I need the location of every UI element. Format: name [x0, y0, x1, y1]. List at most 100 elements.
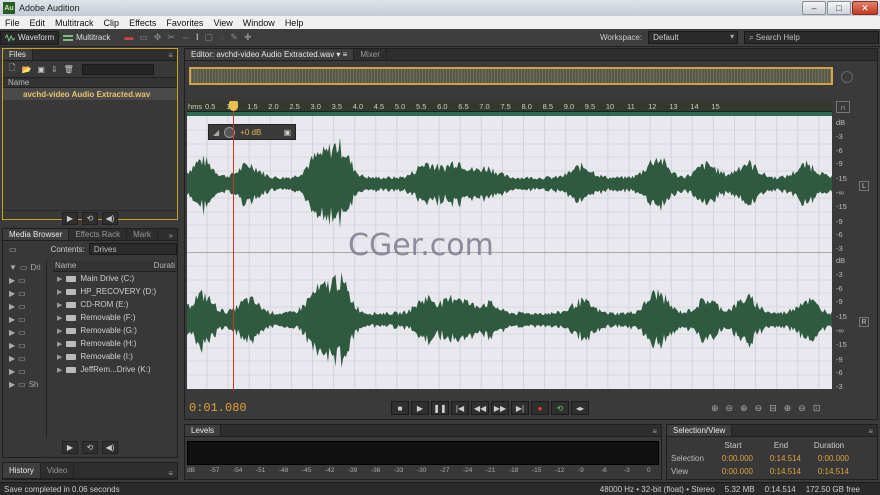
zoom-out-full-icon[interactable]: ⊟	[769, 403, 777, 414]
rewind-button[interactable]: ◀◀	[471, 401, 489, 415]
col-duration[interactable]: Durati	[154, 261, 175, 271]
tree-item-drives[interactable]: ▼ ▭ Dri	[5, 261, 46, 274]
file-list-item[interactable]: avchd-video Audio Extracted.wav	[3, 88, 177, 100]
tab-effects-rack[interactable]: Effects Rack	[69, 229, 128, 240]
loop-button[interactable]: ⟲	[551, 401, 569, 415]
chevron-down-icon[interactable]: ▾	[336, 50, 340, 59]
list-item[interactable]: ▶ Removable (F:)	[53, 311, 177, 324]
loop-preview-icon[interactable]: ⟲	[82, 212, 98, 225]
delete-icon[interactable]: 🗑	[64, 65, 74, 74]
tree-item[interactable]: ▶ ▭	[5, 326, 46, 339]
loop-preview-icon[interactable]: ⟲	[82, 440, 98, 454]
go-to-end-button[interactable]: ▶|	[511, 401, 529, 415]
snap-magnet-icon[interactable]: ∩	[836, 101, 850, 113]
tree-item-shortcuts[interactable]: ▶ ▭ Sh	[5, 378, 46, 391]
zoom-out-amplitude-icon[interactable]: ⊖	[726, 403, 734, 414]
selection-end[interactable]: 0:14.514	[757, 454, 805, 463]
maximize-button[interactable]: □	[827, 1, 851, 15]
skip-selection-button[interactable]: ◂▸	[571, 401, 589, 415]
menu-file[interactable]: File	[0, 18, 25, 28]
play-preview-icon[interactable]: ▶	[62, 440, 78, 454]
go-to-start-button[interactable]: |◀	[451, 401, 469, 415]
pause-button[interactable]: ❚❚	[431, 401, 449, 415]
move-tool-icon[interactable]: ✥	[154, 32, 162, 43]
tree-item[interactable]: ▶ ▭	[5, 300, 46, 313]
panel-menu-icon[interactable]: ≡	[652, 427, 657, 436]
tree-item[interactable]: ▶ ▭	[5, 365, 46, 378]
autoplay-icon[interactable]: ◀)	[102, 440, 118, 454]
list-item[interactable]: ▶ CD-ROM (E:)	[53, 298, 177, 311]
tab-markers[interactable]: Mark	[127, 229, 158, 240]
time-selection-tool-icon[interactable]: I	[196, 32, 199, 43]
tab-video[interactable]: Video	[41, 463, 75, 478]
tab-editor[interactable]: Editor: avchd-video Audio Extracted.wav …	[185, 49, 355, 60]
menu-view[interactable]: View	[208, 18, 237, 28]
tab-mixer[interactable]: Mixer	[354, 49, 387, 60]
menu-clip[interactable]: Clip	[99, 18, 125, 28]
selection-start[interactable]: 0:00.000	[709, 454, 757, 463]
spot-healing-icon[interactable]: ✚	[244, 32, 252, 43]
panel-menu-icon[interactable]: »	[169, 231, 173, 240]
menu-edit[interactable]: Edit	[25, 18, 51, 28]
tab-files[interactable]: Files	[3, 49, 33, 60]
search-help-input[interactable]: ⌕ Search Help	[744, 31, 880, 44]
panel-menu-icon[interactable]: ≡	[868, 427, 873, 436]
waveform-view-button[interactable]: Waveform	[0, 30, 60, 45]
pitch-display-icon[interactable]: ▭	[139, 32, 148, 43]
marquee-tool-icon[interactable]: ▢	[205, 32, 214, 43]
list-item[interactable]: ▶ Removable (G:)	[53, 324, 177, 337]
menu-multitrack[interactable]: Multitrack	[50, 18, 99, 28]
list-item[interactable]: ▶ Main Drive (C:)	[53, 272, 177, 285]
tab-media-browser[interactable]: Media Browser	[3, 229, 70, 240]
list-item[interactable]: ▶ HP_RECOVERY (D:)	[53, 285, 177, 298]
razor-tool-icon[interactable]: ✂	[167, 32, 175, 43]
panel-menu-icon[interactable]: ≡	[168, 51, 173, 60]
zoom-out-point-icon[interactable]: ⊖	[798, 403, 806, 414]
multitrack-view-button[interactable]: Multitrack	[59, 31, 114, 45]
view-start[interactable]: 0:00.000	[709, 467, 757, 476]
menu-help[interactable]: Help	[280, 18, 309, 28]
playhead-line[interactable]	[233, 101, 234, 391]
tab-selection-view[interactable]: Selection/View	[667, 425, 733, 436]
time-ruler[interactable]: hms 0.51.01.52.02.53.03.54.04.55.05.56.0…	[187, 101, 832, 112]
overview-navigator[interactable]	[189, 67, 833, 85]
channel-right-toggle[interactable]: R	[859, 317, 869, 327]
record-button[interactable]: ●	[531, 401, 549, 415]
play-preview-icon[interactable]: ▶	[62, 212, 78, 225]
files-list-area[interactable]	[3, 100, 177, 210]
zoom-navigator-icon[interactable]	[841, 71, 853, 83]
files-column-name[interactable]: Name	[3, 77, 177, 88]
view-duration[interactable]: 0:14.514	[805, 467, 853, 476]
selection-duration[interactable]: 0:00.000	[805, 454, 853, 463]
brush-tool-icon[interactable]: ✎	[230, 32, 238, 43]
zoom-out-time-icon[interactable]: ⊖	[755, 403, 763, 414]
contents-dropdown[interactable]: Drives	[88, 243, 177, 255]
menu-effects[interactable]: Effects	[124, 18, 161, 28]
zoom-in-point-icon[interactable]: ⊕	[784, 403, 792, 414]
insert-icon[interactable]: ▣	[37, 65, 45, 74]
zoom-selection-icon[interactable]: ⊡	[813, 403, 821, 414]
zoom-in-time-icon[interactable]: ⊕	[740, 403, 748, 414]
tab-levels[interactable]: Levels	[185, 425, 222, 436]
panel-menu-icon[interactable]: ≡	[343, 50, 348, 59]
close-button[interactable]: ✕	[852, 1, 878, 15]
hud-volume[interactable]: ◢ +0 dB ▣	[208, 124, 296, 140]
current-time-display[interactable]: 0:01.080	[189, 401, 247, 415]
zoom-in-amplitude-icon[interactable]: ⊕	[711, 403, 719, 414]
slip-tool-icon[interactable]: ⇔	[181, 32, 190, 43]
spectral-display-icon[interactable]: ▬	[124, 32, 133, 43]
lasso-tool-icon[interactable]: ◌	[219, 32, 224, 43]
pin-icon[interactable]: ▣	[283, 128, 291, 137]
tree-item[interactable]: ▶ ▭	[5, 313, 46, 326]
new-file-icon[interactable]: 🗋	[9, 62, 15, 76]
import-icon[interactable]: ⇩	[51, 65, 58, 74]
list-item[interactable]: ▶ JeffRem...Drive (K:)	[53, 363, 177, 376]
tab-history[interactable]: History	[3, 463, 41, 478]
menu-window[interactable]: Window	[238, 18, 280, 28]
channel-left-toggle[interactable]: L	[859, 181, 869, 191]
tree-item[interactable]: ▶ ▭	[5, 352, 46, 365]
view-end[interactable]: 0:14.514	[757, 467, 805, 476]
waveform-display[interactable]	[187, 116, 832, 389]
menu-favorites[interactable]: Favorites	[161, 18, 208, 28]
autoplay-icon[interactable]: ◀)	[102, 212, 118, 225]
